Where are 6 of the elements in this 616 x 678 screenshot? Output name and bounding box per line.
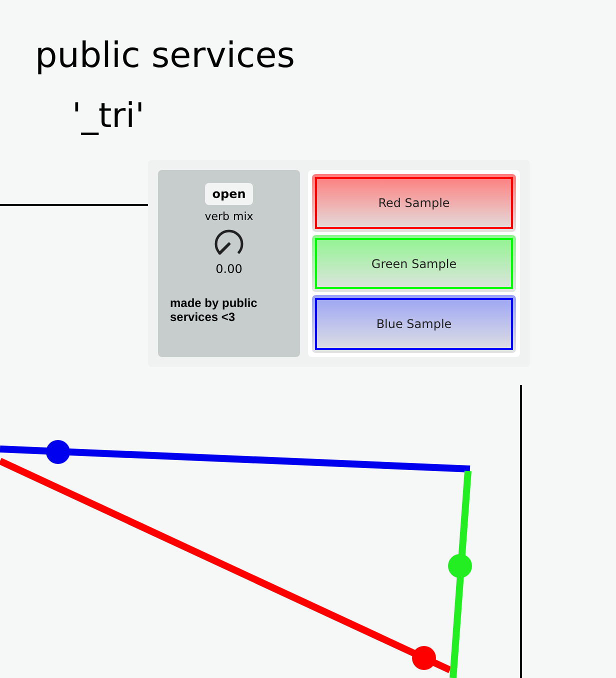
object-name: '_tri' (72, 95, 146, 138)
knob-value: 0.00 (216, 262, 242, 276)
open-button[interactable]: open (205, 183, 253, 205)
knob-label: verb mix (204, 209, 254, 225)
credit-text: made by public services <3 (170, 296, 258, 324)
title: public services (35, 35, 296, 78)
